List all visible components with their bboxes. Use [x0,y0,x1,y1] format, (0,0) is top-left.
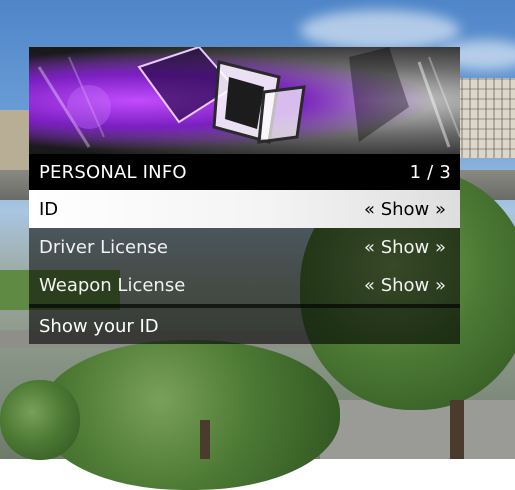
menu-item-label: ID [39,198,59,220]
menu-item-id[interactable]: ID « Show » [29,190,460,228]
personal-info-menu: PERSONAL INFO 1 / 3 ID « Show » Driver L… [29,47,460,344]
menu-item-driver-license[interactable]: Driver License « Show » [29,228,460,266]
menu-description-text: Show your ID [39,315,159,337]
menu-title: PERSONAL INFO [39,161,187,183]
menu-item-value[interactable]: « Show » [364,237,446,258]
menu-item-label: Weapon License [39,274,186,296]
menu-item-label: Driver License [39,236,168,258]
menu-header-bar: PERSONAL INFO 1 / 3 [29,154,460,190]
menu-description: Show your ID [29,308,460,344]
menu-item-value[interactable]: « Show » [364,199,446,220]
menu-item-weapon-license[interactable]: Weapon License « Show » [29,266,460,304]
menu-item-value[interactable]: « Show » [364,275,446,296]
menu-page-counter: 1 / 3 [409,161,451,183]
menu-banner-image [29,47,460,154]
